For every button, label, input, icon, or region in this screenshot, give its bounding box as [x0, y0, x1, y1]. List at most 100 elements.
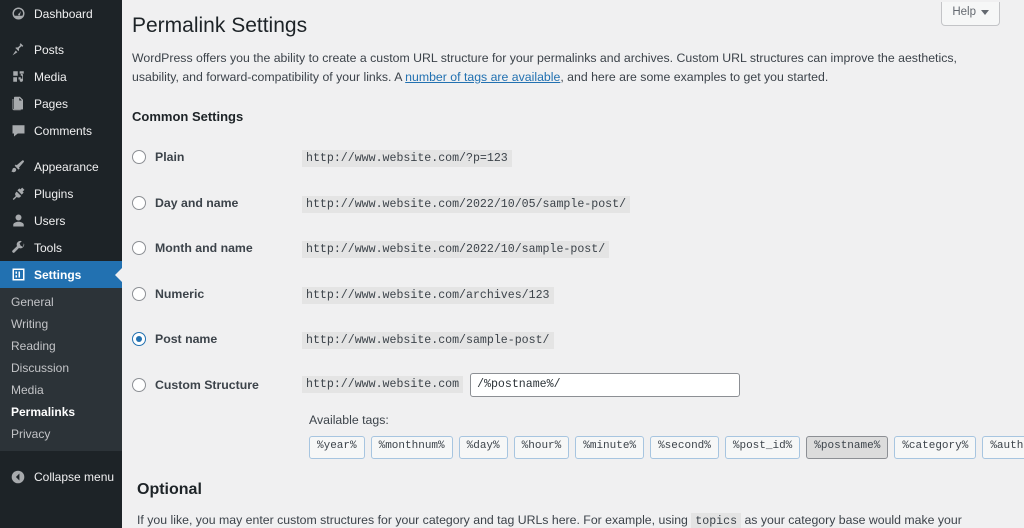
dashboard-icon [8, 6, 28, 21]
sidebar-item-comments[interactable]: Comments [0, 117, 122, 144]
tag-button-category[interactable]: %category% [894, 436, 976, 458]
submenu-item-permalinks[interactable]: Permalinks [0, 401, 122, 423]
help-button[interactable]: Help [941, 2, 1000, 26]
intro-text-part2: , and here are some examples to get you … [560, 70, 828, 84]
menu-separator [0, 144, 122, 153]
custom-structure-input[interactable] [470, 373, 740, 397]
optional-text-part1: If you like, you may enter custom struct… [137, 513, 691, 527]
wp-admin-screen: Dashboard Posts Media Pages Comments Appearan… [0, 0, 1024, 528]
tag-button-second[interactable]: %second% [650, 436, 719, 458]
permalink-options-table: Plain http://www.website.com/?p=123 Day an… [132, 134, 1004, 407]
available-tags-block: Available tags: %year%%monthnum%%day%%ho… [132, 413, 1004, 458]
admin-sidebar: Dashboard Posts Media Pages Comments Appearan… [0, 0, 122, 528]
sidebar-item-pages[interactable]: Pages [0, 90, 122, 117]
permalink-option-row: Numerichttp://www.website.com/archives/1… [132, 271, 1004, 317]
tag-button-author[interactable]: %author% [982, 436, 1024, 458]
sidebar-item-label: Comments [34, 125, 92, 137]
permalink-option-label-cell: Month and name [132, 225, 302, 271]
sidebar-item-label: Users [34, 215, 65, 227]
custom-structure-label-cell: Custom Structure [132, 362, 302, 408]
permalink-example-url: http://www.website.com/2022/10/05/sample… [302, 196, 630, 213]
submenu-item-media[interactable]: Media [0, 379, 122, 401]
sidebar-item-label: Plugins [34, 188, 73, 200]
submenu-item-privacy[interactable]: Privacy [0, 423, 122, 445]
sidebar-item-users[interactable]: Users [0, 207, 122, 234]
permalink-example-cell: http://www.website.com/2022/10/05/sample… [302, 180, 1004, 226]
tag-button-post_id[interactable]: %post_id% [725, 436, 800, 458]
help-tab-container: Help [941, 2, 1000, 26]
page-title: Permalink Settings [132, 0, 1004, 49]
tag-button-hour[interactable]: %hour% [514, 436, 570, 458]
intro-paragraph: WordPress offers you the ability to crea… [132, 49, 1004, 87]
permalink-example-url: http://www.website.com/?p=123 [302, 150, 512, 167]
permalink-option-label-cell: Day and name [132, 180, 302, 226]
active-menu-notch [115, 267, 122, 283]
radio-label: Plain [155, 150, 184, 164]
tag-button-year[interactable]: %year% [309, 436, 365, 458]
radio-label: Custom Structure [155, 378, 259, 392]
tag-button-postname[interactable]: %postname% [806, 436, 888, 458]
sidebar-item-appearance[interactable]: Appearance [0, 153, 122, 180]
chevron-down-icon [981, 10, 989, 15]
permalink-option-row: Plain http://www.website.com/?p=123 [132, 134, 1004, 180]
permalink-example-cell: http://www.website.com/?p=123 [302, 134, 1004, 180]
optional-code-topics: topics [691, 513, 741, 528]
plug-icon [8, 186, 28, 201]
comments-icon [8, 123, 28, 138]
tags-available-link[interactable]: number of tags are available [405, 70, 560, 84]
submenu-item-reading[interactable]: Reading [0, 335, 122, 357]
radio-option-numeric[interactable]: Numeric [132, 287, 302, 301]
radio-option-day-and-name[interactable]: Day and name [132, 196, 302, 210]
sidebar-item-label: Settings [34, 269, 81, 281]
pages-icon [8, 96, 28, 111]
brush-icon [8, 159, 28, 174]
permalink-example-cell: http://www.website.com/archives/123 [302, 271, 1004, 317]
permalink-example-url: http://www.website.com/2022/10/sample-po… [302, 241, 609, 258]
pin-icon [8, 42, 28, 57]
radio-label: Day and name [155, 196, 238, 210]
radio-option-month-and-name[interactable]: Month and name [132, 241, 302, 255]
sidebar-item-media[interactable]: Media [0, 63, 122, 90]
user-icon [8, 213, 28, 228]
optional-heading: Optional [132, 481, 1004, 499]
sidebar-item-label: Posts [34, 44, 64, 56]
custom-structure-row: Custom Structurehttp://www.website.com [132, 362, 1004, 408]
sidebar-item-label: Pages [34, 98, 68, 110]
radio-option-custom-structure[interactable]: Custom Structure [132, 378, 302, 392]
radio-button[interactable] [132, 287, 146, 301]
collapse-menu-label: Collapse menu [34, 470, 114, 484]
radio-option-plain[interactable]: Plain [132, 150, 302, 164]
radio-button[interactable] [132, 378, 146, 392]
radio-label: Post name [155, 332, 217, 346]
tag-button-day[interactable]: %day% [459, 436, 508, 458]
tag-button-monthnum[interactable]: %monthnum% [371, 436, 453, 458]
tag-button-minute[interactable]: %minute% [575, 436, 644, 458]
common-settings-heading: Common Settings [132, 109, 1004, 124]
permalink-option-label-cell: Numeric [132, 271, 302, 317]
sidebar-item-settings[interactable]: Settings [0, 261, 122, 288]
submenu-item-general[interactable]: General [0, 291, 122, 313]
sidebar-item-posts[interactable]: Posts [0, 36, 122, 63]
help-button-label: Help [952, 6, 976, 20]
sidebar-item-label: Dashboard [34, 8, 93, 20]
media-icon [8, 69, 28, 84]
permalink-option-row: Month and namehttp://www.website.com/202… [132, 225, 1004, 271]
optional-paragraph: If you like, you may enter custom struct… [132, 511, 1004, 528]
radio-button[interactable] [132, 150, 146, 164]
wrench-icon [8, 240, 28, 255]
permalink-option-label-cell: Plain [132, 134, 302, 180]
permalink-option-row: Post namehttp://www.website.com/sample-p… [132, 316, 1004, 362]
sidebar-item-dashboard[interactable]: Dashboard [0, 0, 122, 27]
radio-button[interactable] [132, 332, 146, 346]
sidebar-item-plugins[interactable]: Plugins [0, 180, 122, 207]
submenu-item-discussion[interactable]: Discussion [0, 357, 122, 379]
sidebar-item-tools[interactable]: Tools [0, 234, 122, 261]
submenu-item-writing[interactable]: Writing [0, 313, 122, 335]
collapse-menu-button[interactable]: Collapse menu [0, 463, 122, 491]
radio-button[interactable] [132, 196, 146, 210]
permalink-example-cell: http://www.website.com/2022/10/sample-po… [302, 225, 1004, 271]
sidebar-item-label: Tools [34, 242, 62, 254]
radio-option-post-name[interactable]: Post name [132, 332, 302, 346]
sidebar-item-label: Media [34, 71, 67, 83]
radio-button[interactable] [132, 241, 146, 255]
